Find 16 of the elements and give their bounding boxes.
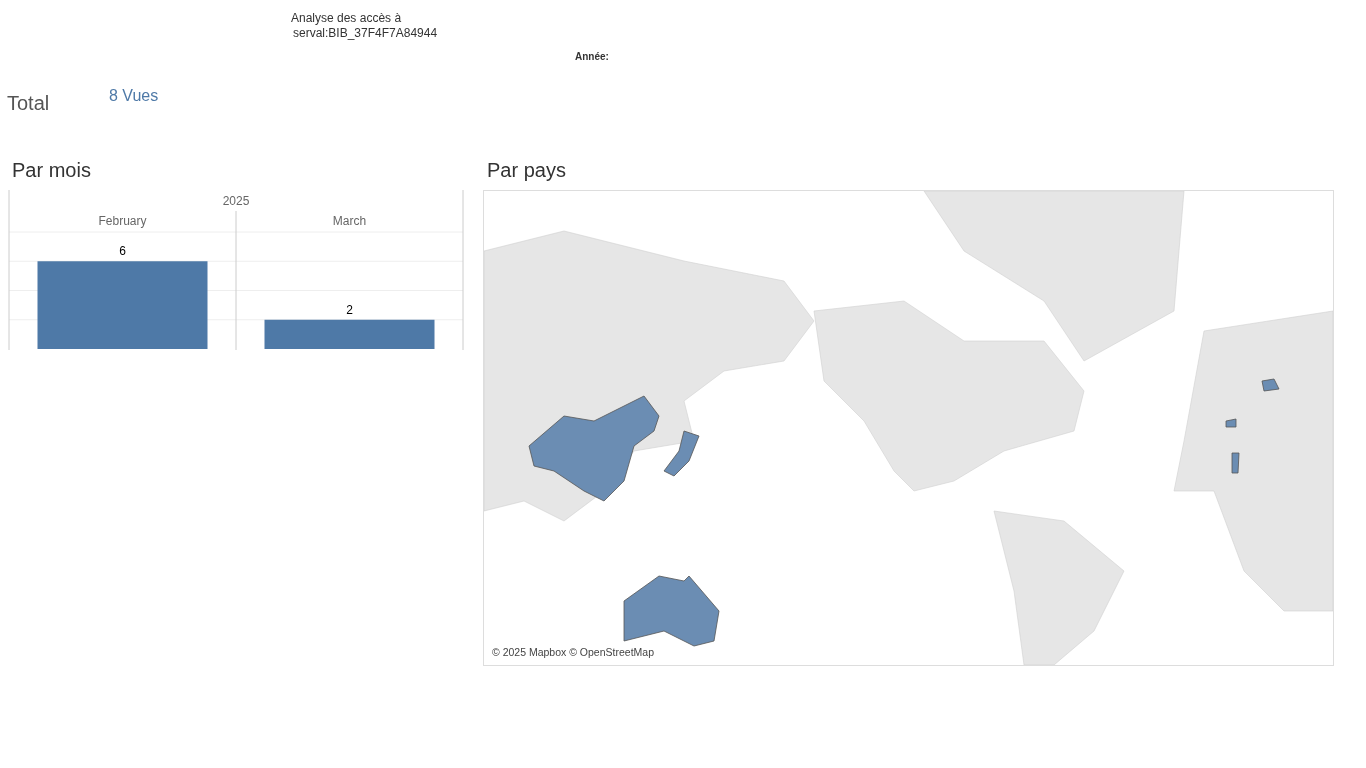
total-label: Total [6, 91, 51, 116]
section-title: Par mois [12, 158, 92, 182]
section-title: Par pays [486, 158, 567, 182]
month-label: February [98, 214, 147, 228]
map-attribution: © 2025 Mapbox © OpenStreetMap [490, 645, 656, 661]
bar[interactable] [264, 319, 435, 349]
world-map[interactable]: © 2025 Mapbox © OpenStreetMap [483, 190, 1334, 666]
value-label: 2 [346, 302, 353, 317]
year-filter-label: Année: [575, 51, 609, 62]
report-title: Analyse des accès à [291, 11, 403, 26]
bar[interactable] [37, 261, 208, 349]
value-label: 6 [119, 244, 126, 259]
month-label: March [332, 214, 367, 228]
report-title: serval:BIB_37F4F7A84944 [292, 26, 439, 41]
total-value: 8 Vues [109, 86, 159, 106]
year-header: 2025 [222, 194, 250, 208]
